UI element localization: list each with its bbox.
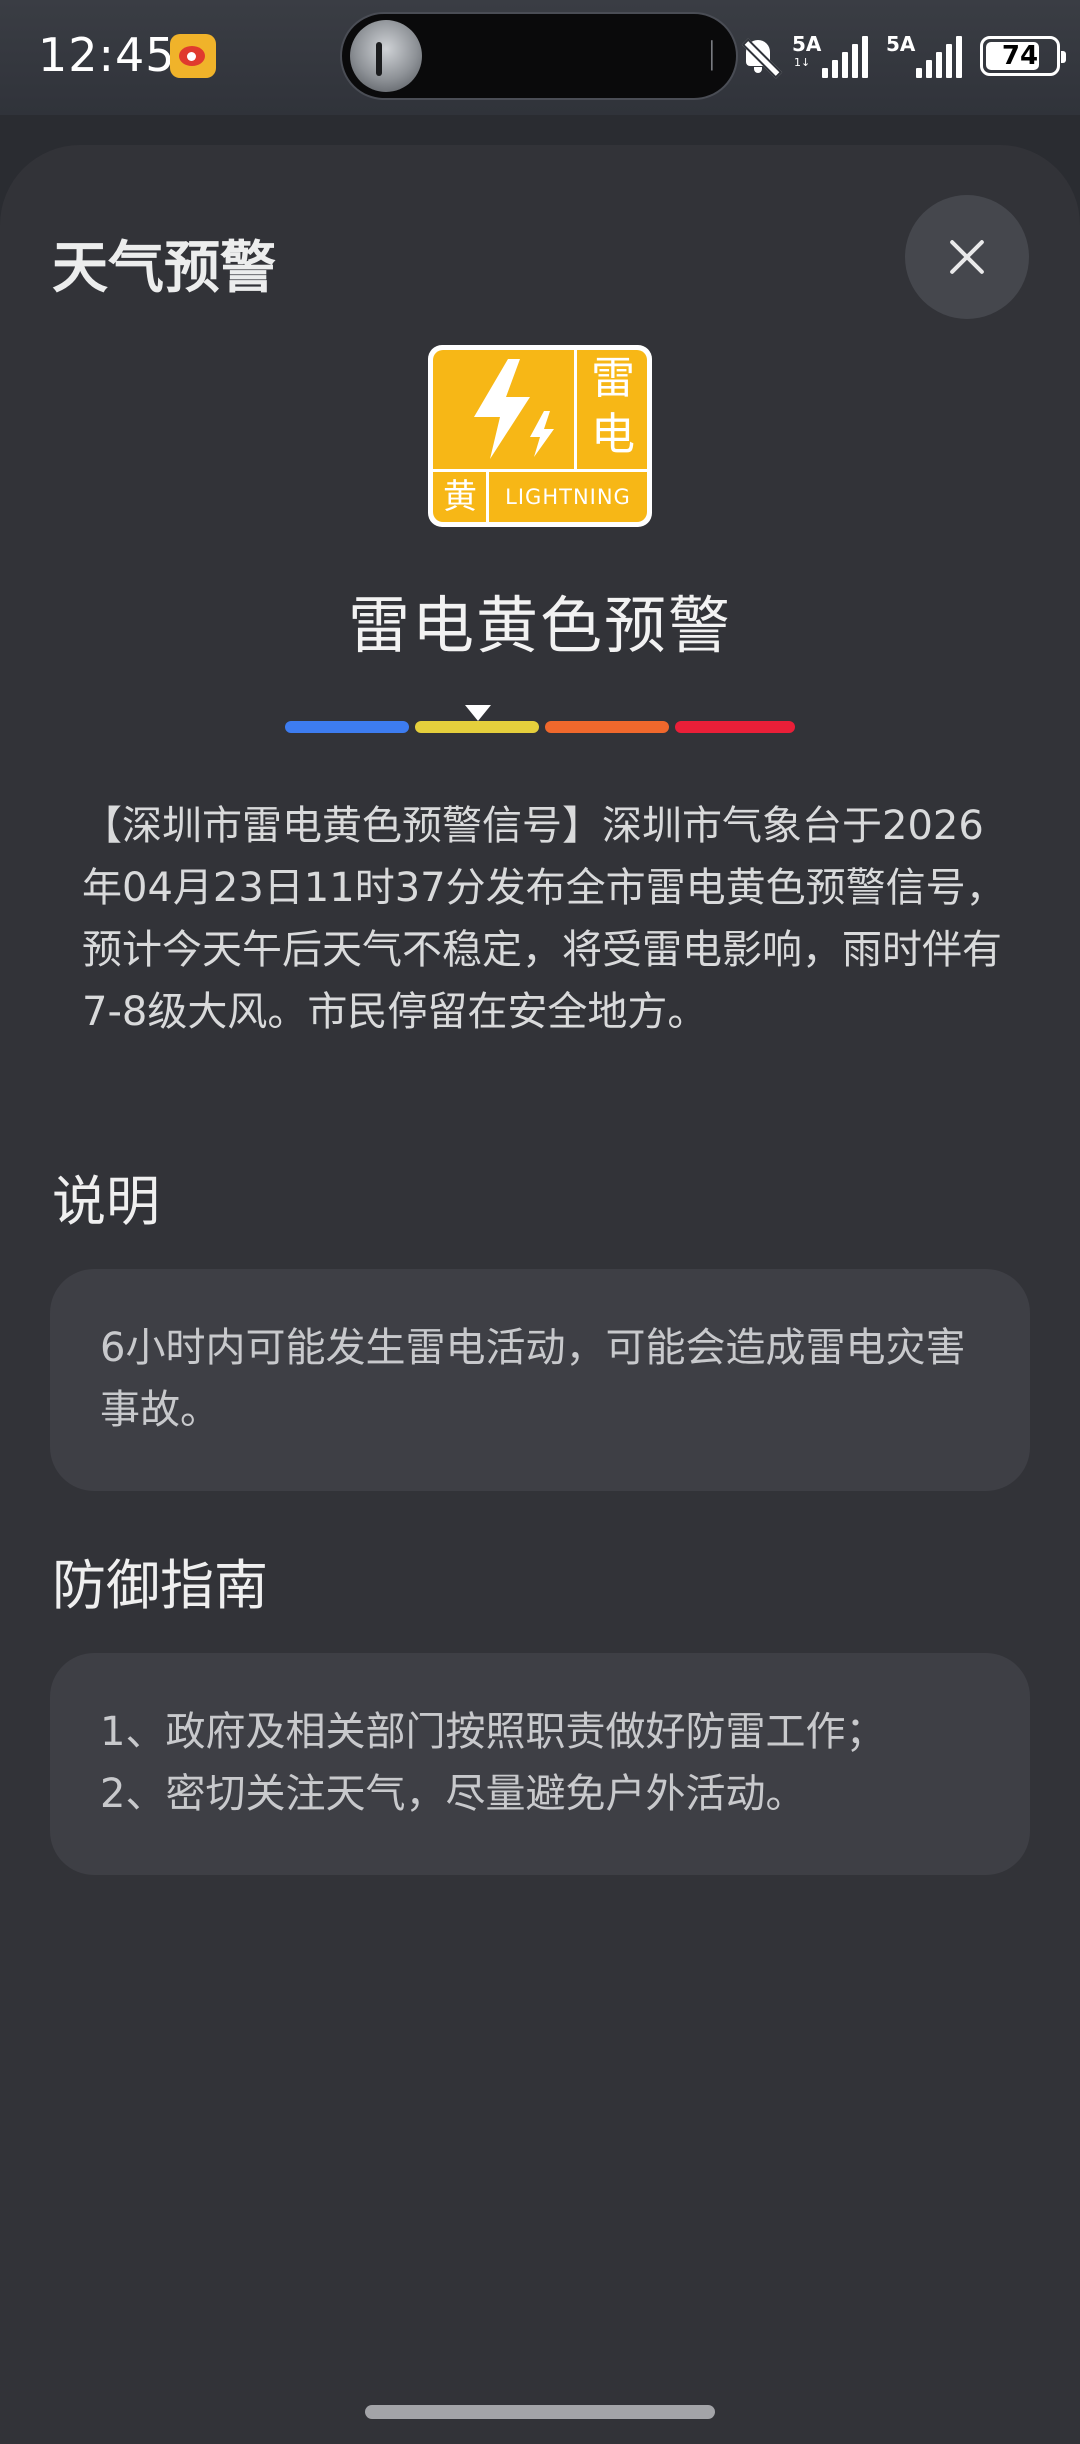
- weibo-icon: [170, 34, 216, 78]
- defense-heading: 防御指南: [52, 1554, 268, 1617]
- status-bar: 12:45 ᛁ 5A 1↓ 5A 74: [0, 0, 1080, 115]
- sheet-title: 天气预警: [52, 236, 276, 301]
- defense-line: 2、密切关注天气，尽量避免户外活动。: [100, 1771, 806, 1817]
- defense-line: 1、政府及相关部门按照职责做好防雷工作；: [100, 1709, 886, 1755]
- weather-alert-sheet: 天气预警 雷 电 黄 LIGHTNING 雷电黄色预警 【深圳市雷电黄色预警信号…: [0, 145, 1080, 2444]
- signal-icon: 5A: [886, 34, 966, 78]
- level-seg-red: [675, 721, 795, 733]
- signal-label: 5A: [886, 32, 916, 56]
- signal-icon: 5A 1↓: [792, 34, 872, 78]
- defense-card: 1、政府及相关部门按照职责做好防雷工作； 2、密切关注天气，尽量避免户外活动。: [50, 1653, 1030, 1875]
- icon-english-label: LIGHTNING: [505, 485, 631, 509]
- bell-off-icon: [738, 36, 783, 79]
- level-marker-icon: [465, 705, 491, 721]
- signal-label: 5A: [792, 32, 822, 56]
- close-button[interactable]: [905, 195, 1029, 319]
- lightning-warning-icon: 雷 电 黄 LIGHTNING: [428, 345, 652, 527]
- media-island[interactable]: ᛁ: [340, 12, 738, 100]
- battery-level: 74: [1001, 41, 1039, 71]
- description-card: 6小时内可能发生雷电活动，可能会造成雷电灾害事故。: [50, 1269, 1030, 1491]
- level-seg-blue: [285, 721, 409, 733]
- status-time: 12:45: [38, 28, 176, 82]
- alert-body-text: 【深圳市雷电黄色预警信号】深圳市气象台于2026年04月23日11时37分发布全…: [82, 803, 1006, 1035]
- level-seg-orange: [545, 721, 669, 733]
- icon-char-top: 雷: [591, 353, 635, 404]
- alert-title: 雷电黄色预警: [347, 589, 732, 662]
- level-seg-yellow: [415, 721, 539, 733]
- status-icons: 5A 1↓ 5A 74: [738, 28, 1066, 84]
- description-heading: 说明: [52, 1170, 160, 1233]
- icon-color-char: 黄: [443, 477, 477, 517]
- description-text: 6小时内可能发生雷电活动，可能会造成雷电灾害事故。: [100, 1325, 966, 1433]
- lightning-bolt-icon: [474, 359, 554, 459]
- home-indicator[interactable]: [365, 2405, 715, 2419]
- icon-char-middle: 电: [591, 409, 635, 460]
- alert-level-scale: [285, 705, 795, 735]
- battery-icon: 74: [980, 36, 1066, 76]
- defense-list: 1、政府及相关部门按照职责做好防雷工作； 2、密切关注天气，尽量避免户外活动。: [100, 1701, 980, 1825]
- media-thumbnail: [350, 20, 422, 92]
- island-glyph-icon: ᛁ: [701, 36, 722, 76]
